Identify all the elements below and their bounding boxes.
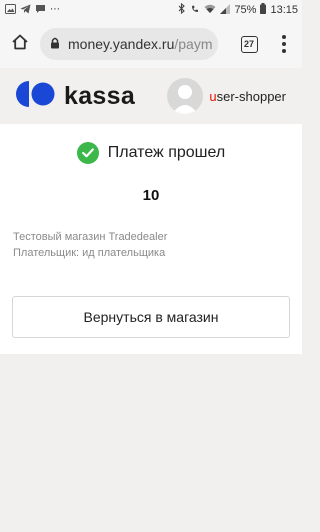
yandex-kassa-logo-icon (16, 80, 56, 112)
more-notifications-icon: ⋯ (50, 4, 60, 15)
menu-dot (282, 49, 286, 53)
browser-menu-button[interactable] (272, 20, 296, 68)
lock-icon (50, 36, 60, 52)
user-menu[interactable]: user-shopper (167, 78, 286, 114)
return-to-shop-button[interactable]: Вернуться в магазин (12, 296, 290, 338)
notification-icons: ⋯ (5, 3, 60, 17)
system-status: 75% 13:15 (178, 2, 298, 17)
browser-toolbar: money.yandex.ru/paym 27 (0, 20, 302, 68)
payment-status-text: Платеж прошел (107, 144, 226, 161)
payment-amount: 10 (142, 187, 160, 204)
url-path: /paym (174, 36, 213, 52)
kassa-header: kassa user-shopper (0, 68, 302, 124)
url-host: money.yandex.ru (68, 36, 175, 52)
telegram-icon (20, 4, 31, 17)
menu-dot (282, 35, 286, 39)
bluetooth-icon (178, 2, 186, 17)
user-name-first-letter: u (209, 88, 217, 104)
user-name: user-shopper (209, 89, 286, 104)
home-icon (11, 33, 29, 56)
battery-icon (260, 3, 267, 17)
tab-count: 27 (240, 35, 258, 53)
signal-icon (220, 3, 231, 17)
url-text: money.yandex.ru/paym (68, 36, 212, 52)
payment-details: Тестовый магазин Tradedealer Плательщик:… (13, 229, 167, 261)
menu-dot (282, 42, 286, 46)
clock: 13:15 (270, 4, 298, 16)
wifi-icon (204, 4, 216, 17)
home-button[interactable] (0, 20, 40, 68)
user-name-rest: ser-shopper (216, 88, 286, 104)
address-bar[interactable]: money.yandex.ru/paym (40, 28, 218, 60)
avatar (167, 78, 204, 114)
payment-result-card: Платеж прошел 10 Тестовый магазин Traded… (0, 124, 302, 354)
logo-text: kassa (64, 81, 136, 110)
image-icon (5, 3, 16, 17)
tabs-button[interactable]: 27 (226, 20, 272, 68)
success-check-icon (76, 142, 99, 164)
kassa-logo[interactable]: kassa (16, 80, 136, 112)
status-bar: ⋯ 75% 13:15 (0, 0, 302, 20)
chat-icon (35, 4, 46, 17)
battery-percent: 75% (234, 4, 257, 16)
shop-name: Тестовый магазин Tradedealer (13, 231, 168, 243)
payment-status: Платеж прошел (0, 142, 302, 164)
payer-info: Плательщик: ид плательщика (13, 247, 166, 259)
vibrate-icon (190, 4, 200, 17)
